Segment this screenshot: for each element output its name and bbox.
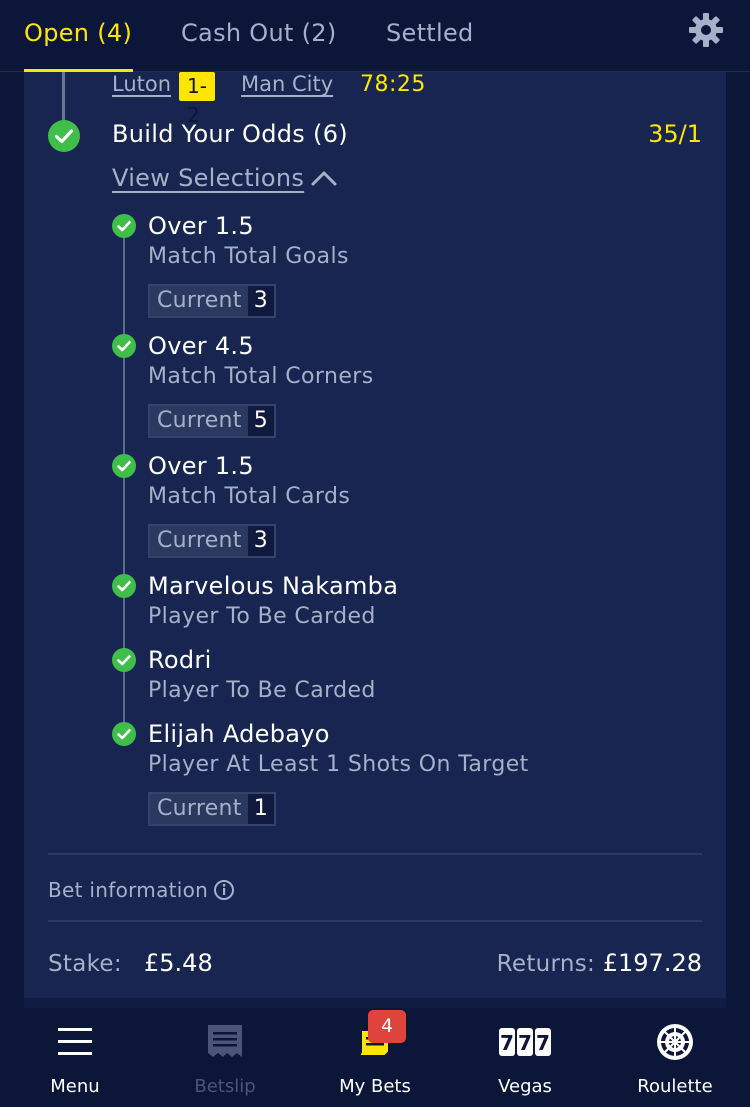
- selection-name: Over 1.5: [148, 212, 254, 240]
- selection-name: Elijah Adebayo: [148, 720, 330, 748]
- selection-market: Player At Least 1 Shots On Target: [148, 752, 529, 777]
- check-circle-icon: [112, 648, 136, 672]
- check-circle-icon: [112, 334, 136, 358]
- current-stat: Current 1: [148, 792, 276, 826]
- check-circle-icon: [112, 574, 136, 598]
- check-circle-icon: [48, 120, 80, 152]
- returns-value: £197.28: [602, 949, 702, 977]
- menu-icon: [58, 1028, 92, 1055]
- nav-menu[interactable]: Menu: [0, 1008, 150, 1107]
- card-edge: [24, 998, 726, 1008]
- svg-text:7: 7: [500, 1031, 514, 1055]
- selection-market: Player To Be Carded: [148, 678, 376, 703]
- current-value: 3: [247, 526, 274, 556]
- current-value: 1: [247, 794, 274, 824]
- current-stat: Current 5: [148, 404, 276, 438]
- selection-market: Player To Be Carded: [148, 604, 376, 629]
- nav-roulette[interactable]: Roulette: [600, 1008, 750, 1107]
- match-clock: 78:25: [360, 72, 426, 97]
- returns-row: Returns: £197.28: [497, 949, 702, 977]
- vegas-777-icon: 7 7 7: [499, 1028, 551, 1056]
- nav-label: My Bets: [339, 1076, 411, 1097]
- divider: [48, 853, 702, 855]
- timeline-connector: [62, 72, 65, 122]
- my-bets-count-badge: 4: [368, 1010, 406, 1043]
- info-icon[interactable]: [213, 879, 235, 901]
- current-label: Current: [157, 528, 242, 553]
- svg-text:7: 7: [536, 1031, 550, 1055]
- current-stat: Current 3: [148, 284, 276, 318]
- tab-cash-out[interactable]: Cash Out (2): [181, 0, 337, 72]
- selection-name: Marvelous Nakamba: [148, 572, 399, 600]
- divider: [48, 920, 702, 922]
- returns-label: Returns:: [496, 951, 596, 977]
- nav-label: Vegas: [498, 1076, 552, 1097]
- away-team-link[interactable]: Man City: [241, 72, 333, 96]
- bet-card: Luton 1-2 Man City 78:25 Build Your Odds…: [24, 72, 726, 1007]
- current-value: 5: [247, 406, 274, 436]
- nav-label: Roulette: [637, 1076, 713, 1097]
- current-stat: Current 3: [148, 524, 276, 558]
- selection-name: Over 4.5: [148, 332, 254, 360]
- selection-name: Rodri: [148, 646, 212, 674]
- selection-market: Match Total Cards: [148, 484, 351, 509]
- tab-settled[interactable]: Settled: [386, 0, 474, 72]
- check-circle-icon: [112, 722, 136, 746]
- chevron-up-icon[interactable]: [310, 168, 338, 188]
- stake-label: Stake:: [48, 951, 122, 977]
- nav-label: Menu: [50, 1076, 100, 1097]
- stake-value: £5.48: [144, 949, 213, 977]
- gear-icon[interactable]: [688, 12, 724, 48]
- bet-information-label[interactable]: Bet information: [48, 878, 208, 902]
- roulette-icon: [657, 1024, 693, 1060]
- nav-label: Betslip: [194, 1076, 256, 1097]
- bet-title: Build Your Odds (6): [112, 120, 348, 148]
- bet-odds: 35/1: [648, 120, 702, 148]
- current-label: Current: [157, 796, 242, 821]
- score-badge: 1-2: [179, 72, 215, 127]
- current-label: Current: [157, 408, 242, 433]
- current-label: Current: [157, 288, 242, 313]
- nav-betslip[interactable]: Betslip: [150, 1008, 300, 1107]
- home-team-link[interactable]: Luton: [112, 72, 171, 96]
- svg-text:7: 7: [518, 1031, 532, 1055]
- check-circle-icon: [112, 214, 136, 238]
- check-circle-icon: [112, 454, 136, 478]
- tab-open[interactable]: Open (4): [24, 0, 132, 72]
- betslip-icon: [208, 1025, 242, 1057]
- selection-market: Match Total Corners: [148, 364, 374, 389]
- current-value: 3: [247, 286, 274, 316]
- nav-vegas[interactable]: 7 7 7 Vegas: [450, 1008, 600, 1107]
- bet-status-tabs: Open (4) Cash Out (2) Settled: [0, 0, 750, 72]
- selection-name: Over 1.5: [148, 452, 254, 480]
- selection-market: Match Total Goals: [148, 244, 349, 269]
- view-selections-link[interactable]: View Selections: [112, 164, 304, 192]
